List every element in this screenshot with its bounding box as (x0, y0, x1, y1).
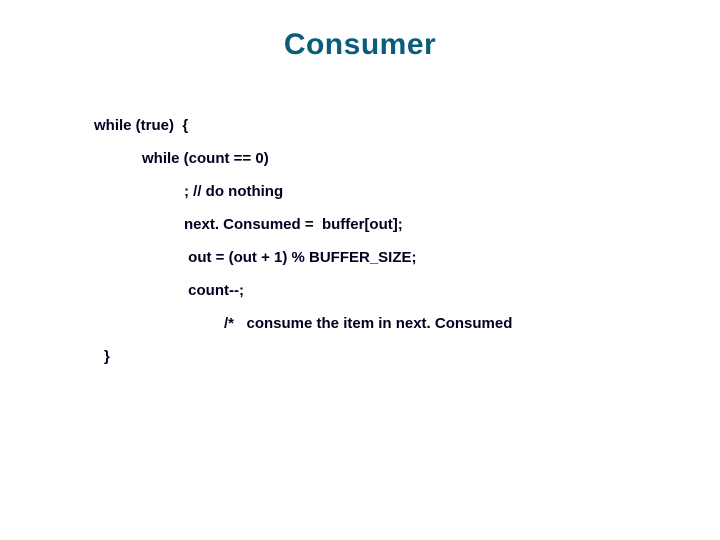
code-line-while-true: while (true) { (94, 118, 512, 133)
code-line-close: } (94, 349, 512, 364)
code-line-count-dec: count--; (94, 283, 512, 298)
code-line-out-inc: out = (out + 1) % BUFFER_SIZE; (94, 250, 512, 265)
slide-title: Consumer (0, 28, 720, 62)
code-block: while (true) { while (count == 0) ; // d… (94, 118, 512, 382)
code-line-do-nothing: ; // do nothing (94, 184, 512, 199)
code-line-consume-comment: /* consume the item in next. Consumed (94, 316, 512, 331)
code-line-while-count: while (count == 0) (94, 151, 512, 166)
slide: Consumer while (true) { while (count == … (0, 0, 720, 540)
code-line-next-consumed: next. Consumed = buffer[out]; (94, 217, 512, 232)
